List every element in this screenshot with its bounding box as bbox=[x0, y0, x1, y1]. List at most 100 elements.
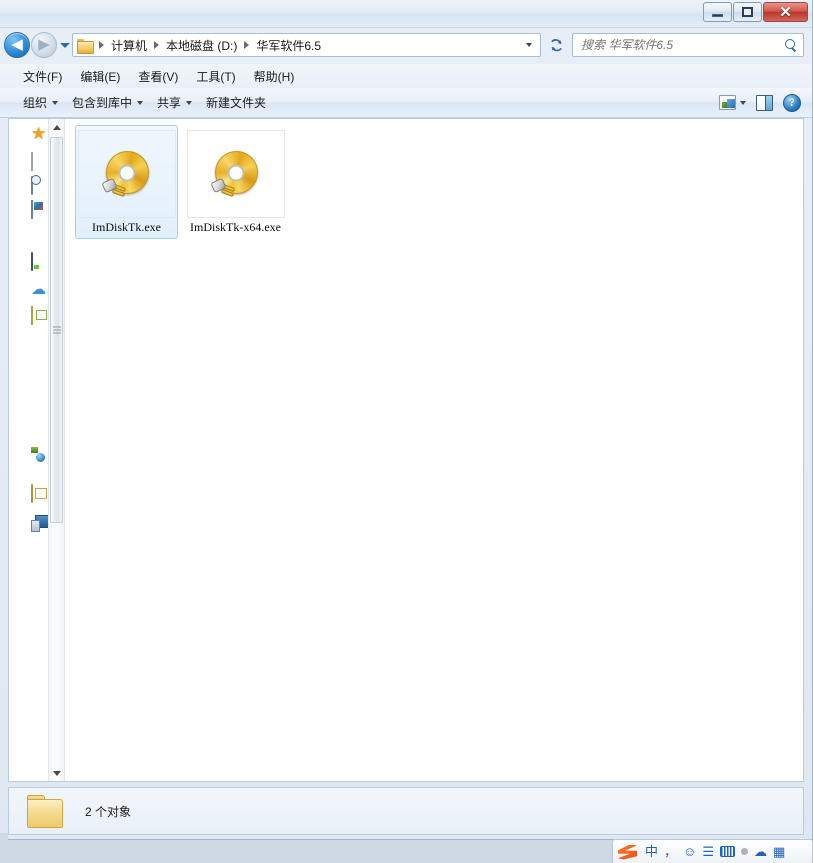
star-icon: ★ bbox=[31, 124, 47, 143]
refresh-icon bbox=[550, 38, 562, 51]
folder-item-icon[interactable] bbox=[31, 484, 49, 503]
breadcrumb-item-current-folder[interactable]: 华军软件6.5 bbox=[252, 35, 325, 56]
navigation-pane-scrollbar[interactable] bbox=[48, 119, 64, 781]
disc-installer-icon bbox=[100, 149, 152, 199]
file-name-label: ImDiskTk-x64.exe bbox=[190, 220, 281, 234]
ime-emoji-button[interactable]: ☺ bbox=[683, 845, 696, 858]
disc-installer-icon bbox=[209, 149, 261, 199]
menu-bar: 文件(F) 编辑(E) 查看(V) 工具(T) 帮助(H) bbox=[0, 64, 812, 88]
organize-label: 组织 bbox=[23, 96, 48, 110]
computer-desktop-icon[interactable] bbox=[31, 252, 49, 271]
scrollbar-up-button[interactable] bbox=[49, 119, 64, 135]
file-item-imdisktk-x64[interactable]: ImDiskTk-x64.exe bbox=[184, 125, 287, 239]
minimize-button[interactable] bbox=[703, 2, 732, 22]
ime-keyboard-icon[interactable] bbox=[719, 846, 735, 857]
search-box[interactable] bbox=[572, 33, 804, 57]
navigation-pane[interactable]: ★ ☁ bbox=[9, 119, 65, 781]
document-icon bbox=[31, 152, 33, 171]
skydrive-icon[interactable]: ☁ bbox=[31, 281, 49, 299]
recent-pages-button[interactable] bbox=[57, 32, 72, 58]
chevron-down-icon bbox=[526, 43, 532, 47]
chevron-down-icon bbox=[137, 100, 144, 105]
search-input[interactable] bbox=[581, 38, 784, 52]
preview-pane-icon bbox=[756, 94, 773, 111]
scrollbar-grip-icon bbox=[52, 326, 61, 334]
details-pane: 2 个对象 bbox=[8, 787, 804, 835]
file-grid: ImDiskTk.exe ImDiskTk-x64.exe bbox=[75, 125, 803, 243]
command-bar: 组织 包含到库中 共享 新建文件夹 ? bbox=[0, 88, 812, 118]
ime-toolbar[interactable]: 中 ， ☺ ☰ ☁ ▦ bbox=[612, 839, 813, 863]
file-item-imdisktk[interactable]: ImDiskTk.exe bbox=[75, 125, 178, 239]
chevron-down-icon bbox=[52, 100, 59, 105]
chevron-up-icon bbox=[52, 124, 61, 130]
forward-arrow-icon: ▶ bbox=[38, 36, 50, 53]
chevron-down-icon bbox=[186, 100, 193, 105]
menu-item-view[interactable]: 查看(V) bbox=[129, 65, 187, 88]
desktop-item-icon[interactable] bbox=[31, 152, 49, 171]
breadcrumb[interactable]: 计算机 本地磁盘 (D:) 华军软件6.5 bbox=[72, 33, 541, 57]
explorer-body: ★ ☁ ImDiskTk.exe ImDiskTk-x64.exe bbox=[8, 118, 804, 782]
minimize-icon bbox=[712, 13, 723, 17]
libraries-icon[interactable] bbox=[31, 306, 49, 325]
preview-pane-button[interactable] bbox=[751, 92, 778, 114]
refresh-button[interactable] bbox=[543, 33, 569, 57]
open-folder-icon bbox=[31, 484, 33, 503]
folder-icon bbox=[27, 795, 65, 828]
scrollbar-thumb[interactable] bbox=[50, 137, 63, 523]
forward-button[interactable]: ▶ bbox=[31, 32, 57, 58]
help-button[interactable]: ? bbox=[778, 91, 806, 115]
menu-item-file[interactable]: 文件(F) bbox=[14, 65, 71, 88]
close-icon: ✕ bbox=[779, 3, 792, 21]
menu-item-tools[interactable]: 工具(T) bbox=[187, 65, 244, 88]
ime-cloud-button[interactable]: ☁ bbox=[754, 845, 767, 858]
file-icon-frame bbox=[77, 130, 176, 218]
address-bar: ◀ ▶ 计算机 本地磁盘 (D:) 华军软件6.5 bbox=[0, 28, 812, 62]
organize-button[interactable]: 组织 bbox=[16, 90, 65, 115]
chevron-down-icon bbox=[59, 42, 70, 48]
chevron-down-icon bbox=[52, 770, 61, 776]
maximize-button[interactable] bbox=[733, 2, 762, 22]
chevron-right-icon bbox=[244, 41, 250, 49]
status-item-count: 2 个对象 bbox=[85, 804, 132, 819]
breadcrumb-separator[interactable] bbox=[96, 41, 107, 49]
navigation-icon-list: ★ ☁ bbox=[31, 125, 49, 533]
include-in-library-button[interactable]: 包含到库中 bbox=[65, 90, 150, 115]
file-icon-frame bbox=[186, 130, 285, 218]
ime-status-dot-icon[interactable] bbox=[740, 848, 748, 855]
change-view-icon bbox=[719, 95, 736, 110]
close-button[interactable]: ✕ bbox=[763, 2, 808, 22]
computer-item-icon[interactable] bbox=[31, 515, 49, 533]
share-with-button[interactable]: 共享 bbox=[150, 90, 199, 115]
scrollbar-down-button[interactable] bbox=[49, 765, 64, 781]
download-icon bbox=[31, 200, 33, 219]
ime-menu-button[interactable]: ▦ bbox=[773, 845, 785, 858]
new-folder-button[interactable]: 新建文件夹 bbox=[199, 90, 273, 115]
menu-item-edit[interactable]: 编辑(E) bbox=[71, 65, 129, 88]
explorer-window: ✕ ◀ ▶ 计算机 本地磁盘 (D:) 华军软件6.5 搜索 华军软件6.5 文… bbox=[0, 0, 813, 840]
clock-icon bbox=[31, 176, 33, 195]
library-folder-icon bbox=[31, 306, 33, 325]
plug-icon bbox=[209, 177, 237, 198]
ime-chinese-mode-button[interactable]: 中 bbox=[645, 845, 658, 858]
chevron-right-icon bbox=[154, 41, 160, 49]
menu-item-help[interactable]: 帮助(H) bbox=[245, 65, 304, 88]
breadcrumb-separator[interactable] bbox=[151, 41, 162, 49]
breadcrumb-item-local-disk[interactable]: 本地磁盘 (D:) bbox=[162, 35, 241, 56]
change-view-button[interactable] bbox=[714, 92, 751, 113]
new-folder-label: 新建文件夹 bbox=[206, 96, 267, 110]
back-button[interactable]: ◀ bbox=[4, 32, 30, 58]
downloads-icon[interactable] bbox=[31, 200, 49, 219]
breadcrumb-item-computer[interactable]: 计算机 bbox=[107, 35, 151, 56]
network-icon[interactable] bbox=[31, 453, 49, 471]
share-with-label: 共享 bbox=[157, 96, 182, 110]
ime-punctuation-mode-button[interactable]: ， bbox=[664, 845, 677, 858]
chevron-right-icon bbox=[99, 41, 104, 49]
favorites-star-icon[interactable]: ★ bbox=[31, 125, 49, 143]
breadcrumb-dropdown-button[interactable] bbox=[520, 43, 538, 47]
breadcrumb-separator[interactable] bbox=[241, 41, 252, 49]
ime-toolbox-button[interactable]: ☰ bbox=[702, 845, 714, 858]
window-controls: ✕ bbox=[702, 2, 808, 22]
sogou-ime-logo-icon[interactable] bbox=[617, 842, 639, 862]
recent-places-icon[interactable] bbox=[31, 176, 49, 195]
file-list-pane[interactable]: ImDiskTk.exe ImDiskTk-x64.exe bbox=[65, 119, 803, 781]
